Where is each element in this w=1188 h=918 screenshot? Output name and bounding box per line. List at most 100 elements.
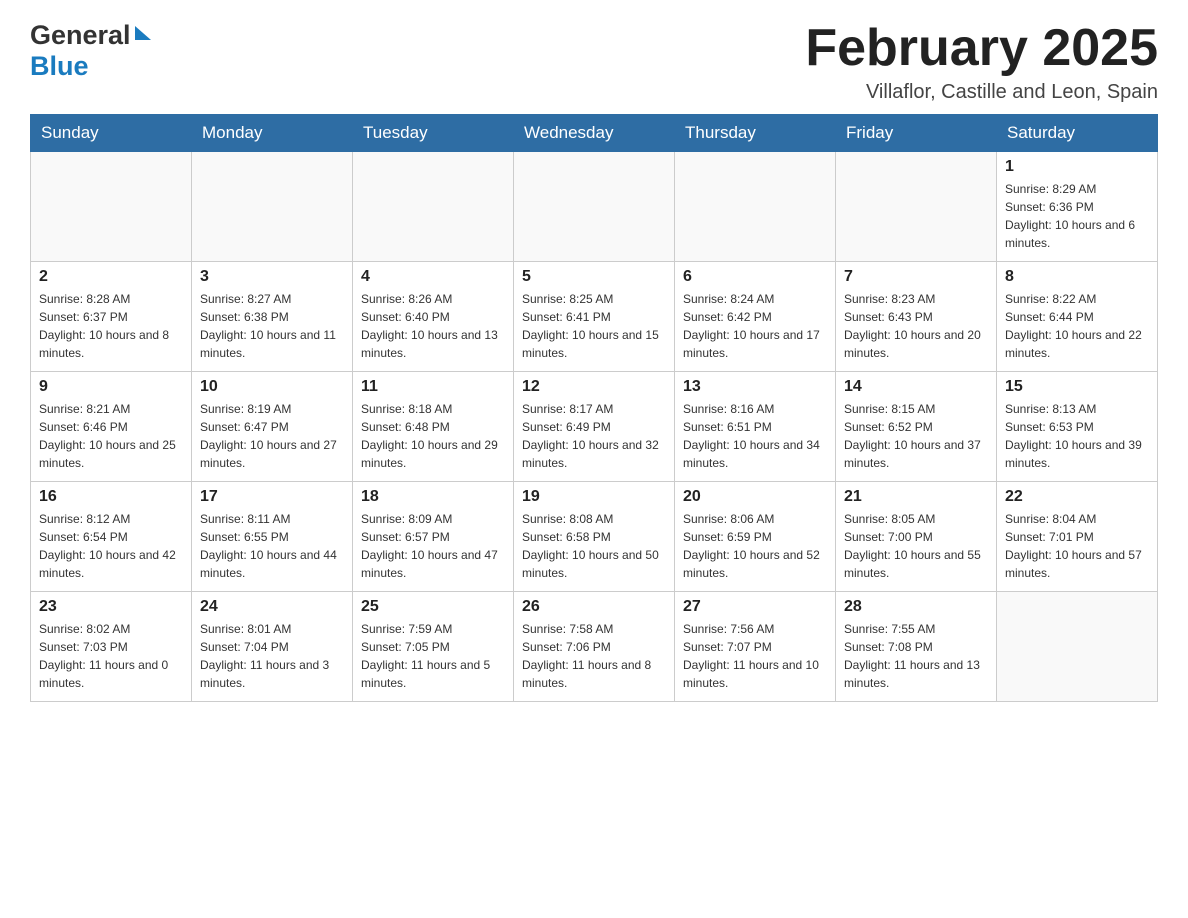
calendar-cell: 1 Sunrise: 8:29 AMSunset: 6:36 PMDaylight… <box>997 152 1158 262</box>
week-row-2: 2 Sunrise: 8:28 AMSunset: 6:37 PMDaylight… <box>31 262 1158 372</box>
day-number: 7 <box>844 268 988 286</box>
calendar-cell: 3 Sunrise: 8:27 AMSunset: 6:38 PMDaylight… <box>192 262 353 372</box>
day-info: Sunrise: 8:17 AMSunset: 6:49 PMDaylight:… <box>522 400 666 472</box>
calendar-cell: 9 Sunrise: 8:21 AMSunset: 6:46 PMDaylight… <box>31 372 192 482</box>
day-number: 9 <box>39 378 183 396</box>
location-subtitle: Villaflor, Castille and Leon, Spain <box>805 81 1158 104</box>
calendar-cell: 27 Sunrise: 7:56 AMSunset: 7:07 PMDayligh… <box>675 592 836 702</box>
calendar-cell: 22 Sunrise: 8:04 AMSunset: 7:01 PMDayligh… <box>997 482 1158 592</box>
day-info: Sunrise: 8:11 AMSunset: 6:55 PMDaylight:… <box>200 510 344 582</box>
day-number: 28 <box>844 598 988 616</box>
week-row-4: 16Sunrise: 8:12 AMSunset: 6:54 PMDayligh… <box>31 482 1158 592</box>
day-number: 13 <box>683 378 827 396</box>
calendar-cell: 7 Sunrise: 8:23 AMSunset: 6:43 PMDaylight… <box>836 262 997 372</box>
month-title: February 2025 <box>805 20 1158 77</box>
header-thursday: Thursday <box>675 115 836 152</box>
day-info: Sunrise: 8:22 AMSunset: 6:44 PMDaylight:… <box>1005 290 1149 362</box>
day-info: Sunrise: 8:06 AMSunset: 6:59 PMDaylight:… <box>683 510 827 582</box>
header-wednesday: Wednesday <box>514 115 675 152</box>
calendar-cell: 17 Sunrise: 8:11 AMSunset: 6:55 PMDayligh… <box>192 482 353 592</box>
title-block: February 2025 Villaflor, Castille and Le… <box>805 20 1158 104</box>
calendar-cell: 14Sunrise: 8:15 AMSunset: 6:52 PMDayligh… <box>836 372 997 482</box>
day-number: 5 <box>522 268 666 286</box>
logo: General Blue <box>30 20 151 82</box>
day-number: 2 <box>39 268 183 286</box>
calendar-cell: 12Sunrise: 8:17 AMSunset: 6:49 PMDayligh… <box>514 372 675 482</box>
day-number: 18 <box>361 488 505 506</box>
calendar-cell: 16Sunrise: 8:12 AMSunset: 6:54 PMDayligh… <box>31 482 192 592</box>
day-info: Sunrise: 7:55 AMSunset: 7:08 PMDaylight:… <box>844 620 988 692</box>
day-number: 1 <box>1005 158 1149 176</box>
day-info: Sunrise: 8:19 AMSunset: 6:47 PMDaylight:… <box>200 400 344 472</box>
day-number: 6 <box>683 268 827 286</box>
calendar-cell: 21 Sunrise: 8:05 AMSunset: 7:00 PMDayligh… <box>836 482 997 592</box>
calendar-cell: 4 Sunrise: 8:26 AMSunset: 6:40 PMDaylight… <box>353 262 514 372</box>
day-number: 11 <box>361 378 505 396</box>
logo-arrow-icon <box>135 26 151 40</box>
day-number: 21 <box>844 488 988 506</box>
calendar-cell <box>192 152 353 262</box>
day-info: Sunrise: 8:29 AMSunset: 6:36 PMDaylight:… <box>1005 180 1149 252</box>
day-info: Sunrise: 8:21 AMSunset: 6:46 PMDaylight:… <box>39 400 183 472</box>
day-info: Sunrise: 8:25 AMSunset: 6:41 PMDaylight:… <box>522 290 666 362</box>
day-info: Sunrise: 8:27 AMSunset: 6:38 PMDaylight:… <box>200 290 344 362</box>
day-number: 24 <box>200 598 344 616</box>
week-row-3: 9 Sunrise: 8:21 AMSunset: 6:46 PMDaylight… <box>31 372 1158 482</box>
header-sunday: Sunday <box>31 115 192 152</box>
week-row-1: 1 Sunrise: 8:29 AMSunset: 6:36 PMDaylight… <box>31 152 1158 262</box>
calendar-cell <box>31 152 192 262</box>
calendar-cell: 15 Sunrise: 8:13 AMSunset: 6:53 PMDayligh… <box>997 372 1158 482</box>
day-number: 14 <box>844 378 988 396</box>
day-info: Sunrise: 8:08 AMSunset: 6:58 PMDaylight:… <box>522 510 666 582</box>
day-number: 3 <box>200 268 344 286</box>
calendar-cell: 19 Sunrise: 8:08 AMSunset: 6:58 PMDayligh… <box>514 482 675 592</box>
calendar-cell <box>675 152 836 262</box>
day-info: Sunrise: 8:26 AMSunset: 6:40 PMDaylight:… <box>361 290 505 362</box>
day-info: Sunrise: 8:05 AMSunset: 7:00 PMDaylight:… <box>844 510 988 582</box>
day-number: 25 <box>361 598 505 616</box>
day-info: Sunrise: 8:23 AMSunset: 6:43 PMDaylight:… <box>844 290 988 362</box>
week-row-5: 23Sunrise: 8:02 AMSunset: 7:03 PMDayligh… <box>31 592 1158 702</box>
weekday-header-row: Sunday Monday Tuesday Wednesday Thursday… <box>31 115 1158 152</box>
day-info: Sunrise: 8:16 AMSunset: 6:51 PMDaylight:… <box>683 400 827 472</box>
calendar-cell: 25 Sunrise: 7:59 AMSunset: 7:05 PMDayligh… <box>353 592 514 702</box>
day-info: Sunrise: 8:18 AMSunset: 6:48 PMDaylight:… <box>361 400 505 472</box>
day-info: Sunrise: 8:02 AMSunset: 7:03 PMDaylight:… <box>39 620 183 692</box>
day-number: 22 <box>1005 488 1149 506</box>
calendar-cell: 20 Sunrise: 8:06 AMSunset: 6:59 PMDayligh… <box>675 482 836 592</box>
day-info: Sunrise: 7:56 AMSunset: 7:07 PMDaylight:… <box>683 620 827 692</box>
day-number: 17 <box>200 488 344 506</box>
day-number: 8 <box>1005 268 1149 286</box>
page-header: General Blue February 2025 Villaflor, Ca… <box>30 20 1158 104</box>
logo-general-text: General <box>30 20 131 50</box>
header-monday: Monday <box>192 115 353 152</box>
calendar-cell <box>997 592 1158 702</box>
day-info: Sunrise: 7:58 AMSunset: 7:06 PMDaylight:… <box>522 620 666 692</box>
calendar-cell: 6 Sunrise: 8:24 AMSunset: 6:42 PMDaylight… <box>675 262 836 372</box>
day-number: 20 <box>683 488 827 506</box>
header-friday: Friday <box>836 115 997 152</box>
day-info: Sunrise: 8:28 AMSunset: 6:37 PMDaylight:… <box>39 290 183 362</box>
day-number: 27 <box>683 598 827 616</box>
calendar-cell: 2 Sunrise: 8:28 AMSunset: 6:37 PMDaylight… <box>31 262 192 372</box>
calendar-cell: 10 Sunrise: 8:19 AMSunset: 6:47 PMDayligh… <box>192 372 353 482</box>
calendar-cell: 24Sunrise: 8:01 AMSunset: 7:04 PMDayligh… <box>192 592 353 702</box>
calendar-cell <box>514 152 675 262</box>
day-number: 10 <box>200 378 344 396</box>
calendar-cell: 5 Sunrise: 8:25 AMSunset: 6:41 PMDaylight… <box>514 262 675 372</box>
day-info: Sunrise: 8:12 AMSunset: 6:54 PMDaylight:… <box>39 510 183 582</box>
calendar-cell: 18 Sunrise: 8:09 AMSunset: 6:57 PMDayligh… <box>353 482 514 592</box>
day-info: Sunrise: 8:09 AMSunset: 6:57 PMDaylight:… <box>361 510 505 582</box>
day-info: Sunrise: 8:04 AMSunset: 7:01 PMDaylight:… <box>1005 510 1149 582</box>
day-number: 19 <box>522 488 666 506</box>
calendar-cell: 11 Sunrise: 8:18 AMSunset: 6:48 PMDayligh… <box>353 372 514 482</box>
day-info: Sunrise: 7:59 AMSunset: 7:05 PMDaylight:… <box>361 620 505 692</box>
calendar-cell: 28 Sunrise: 7:55 AMSunset: 7:08 PMDayligh… <box>836 592 997 702</box>
day-info: Sunrise: 8:13 AMSunset: 6:53 PMDaylight:… <box>1005 400 1149 472</box>
day-info: Sunrise: 8:24 AMSunset: 6:42 PMDaylight:… <box>683 290 827 362</box>
day-number: 4 <box>361 268 505 286</box>
calendar-cell <box>353 152 514 262</box>
calendar-cell: 8 Sunrise: 8:22 AMSunset: 6:44 PMDaylight… <box>997 262 1158 372</box>
calendar-cell: 26Sunrise: 7:58 AMSunset: 7:06 PMDayligh… <box>514 592 675 702</box>
day-number: 15 <box>1005 378 1149 396</box>
